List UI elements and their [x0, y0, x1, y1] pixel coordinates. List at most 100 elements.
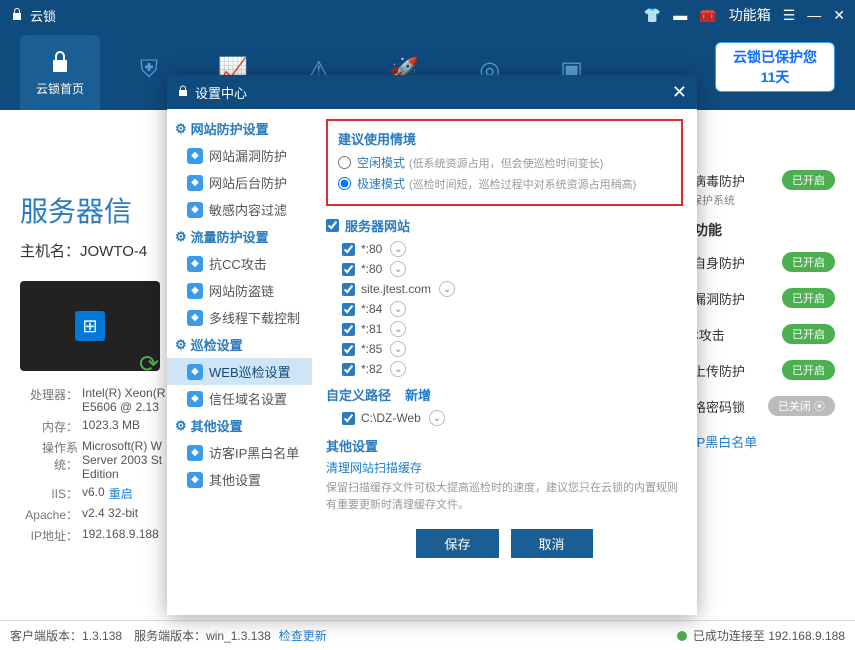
chevron-down-icon[interactable]: ⌄: [390, 241, 406, 257]
sidebar-group-other: ⚙其他设置: [167, 412, 312, 439]
server-version: win_1.3.138: [206, 629, 271, 643]
cube-icon: ◆: [187, 175, 203, 191]
virus-protect-badge[interactable]: 已开启: [782, 170, 835, 190]
mem-value: 1023.3 MB: [82, 418, 140, 435]
sidebar-item[interactable]: ◆ 网站后台防护: [167, 169, 312, 196]
minimize-icon[interactable]: —: [807, 7, 821, 23]
feature-badge[interactable]: 已关闭 ⦿: [768, 396, 835, 416]
nav-home-tab[interactable]: 云锁首页: [20, 35, 100, 110]
chevron-down-icon[interactable]: ⌄: [390, 301, 406, 317]
path-checkbox[interactable]: [342, 412, 355, 425]
toolbox-label[interactable]: 功能箱: [729, 5, 771, 25]
feature-badge[interactable]: 已开启: [782, 288, 835, 308]
fast-mode-radio[interactable]: [338, 177, 351, 190]
settings-sidebar: ⚙网站防护设置 ◆网站漏洞防护◆网站后台防护◆敏感内容过滤 ⚙流量防护设置 ◆抗…: [167, 109, 312, 615]
protection-badge: 云锁已保护您 11天: [715, 42, 835, 92]
sidebar-item[interactable]: ◆网站防盗链: [167, 277, 312, 304]
shirt-icon[interactable]: 👕: [644, 7, 661, 24]
gear-icon: ⚙: [175, 418, 187, 434]
right-panel: 马病毒防护已开启 建保护系统 用功能 锁自身防护已开启站漏洞防护已开启CC攻击已…: [680, 170, 835, 467]
ip-label: IP地址：: [20, 527, 78, 544]
chevron-down-icon[interactable]: ⌄: [390, 321, 406, 337]
nav-shield-icon[interactable]: ⛨: [140, 56, 158, 85]
site-checkbox[interactable]: [342, 343, 355, 356]
chevron-down-icon[interactable]: ⌄: [390, 261, 406, 277]
iis-value: v6.0: [82, 485, 105, 502]
cube-icon: ◆: [187, 148, 203, 164]
settings-modal: 设置中心 ✕ ⚙网站防护设置 ◆网站漏洞防护◆网站后台防护◆敏感内容过滤 ⚙流量…: [167, 75, 697, 615]
virus-protect-sub: 建保护系统: [680, 192, 835, 208]
iis-restart-link[interactable]: 重启: [109, 485, 133, 502]
protection-line2: 11天: [761, 67, 790, 87]
site-checkbox[interactable]: [342, 303, 355, 316]
cache-description: 保留扫描缓存文件可极大提高巡检时的速度，建议您只在云锁的内置规则有重要更新时清理…: [326, 480, 683, 513]
lock-icon: [10, 7, 24, 24]
modal-close-button[interactable]: ✕: [672, 82, 687, 103]
server-version-label: 服务端版本：: [134, 627, 206, 644]
site-checkbox[interactable]: [342, 323, 355, 336]
site-checkbox[interactable]: [342, 363, 355, 376]
check-update-link[interactable]: 检查更新: [279, 627, 327, 644]
app-title: 云锁: [30, 6, 56, 25]
chevron-down-icon[interactable]: ⌄: [390, 341, 406, 357]
cube-icon: ◆: [187, 283, 203, 299]
server-image: ⊞ ⟳: [20, 281, 160, 371]
clear-cache-link[interactable]: 清理网站扫描缓存: [326, 459, 422, 476]
sidebar-item-label: 网站漏洞防护: [209, 146, 287, 165]
apache-label: Apache：: [20, 506, 78, 523]
site-label: *:85: [361, 342, 382, 356]
server-sites-checkbox[interactable]: [326, 219, 339, 232]
site-checkbox[interactable]: [342, 243, 355, 256]
toolbox-icon[interactable]: 🧰: [699, 7, 716, 24]
nav-home-label: 云锁首页: [36, 80, 84, 97]
feature-badge[interactable]: 已开启: [782, 252, 835, 272]
path-label: C:\DZ-Web: [361, 411, 421, 425]
site-checkbox[interactable]: [342, 283, 355, 296]
sidebar-item-label: 网站后台防护: [209, 173, 287, 192]
site-label: *:80: [361, 242, 382, 256]
sidebar-item[interactable]: ◆敏感内容过滤: [167, 196, 312, 223]
server-sites-title: 服务器网站: [345, 216, 410, 235]
site-checkbox[interactable]: [342, 263, 355, 276]
lock-small-icon: [177, 85, 189, 100]
sidebar-item[interactable]: ◆访客IP黑白名单: [167, 439, 312, 466]
modal-title: 设置中心: [195, 83, 247, 102]
windows-icon: ⊞: [75, 311, 105, 341]
sidebar-item[interactable]: ◆ 网站漏洞防护: [167, 142, 312, 169]
status-bar: 客户端版本： 1.3.138 服务端版本： win_1.3.138 检查更新 已…: [0, 620, 855, 650]
modal-header: 设置中心 ✕: [167, 75, 697, 109]
client-version-label: 客户端版本：: [10, 627, 82, 644]
chevron-down-icon[interactable]: ⌄: [429, 410, 445, 426]
save-button[interactable]: 保存: [416, 529, 498, 558]
gear-icon: ⚙: [175, 121, 187, 137]
cancel-button[interactable]: 取消: [511, 529, 593, 558]
feature-badge[interactable]: 已开启: [782, 324, 835, 344]
mem-label: 内存：: [20, 418, 78, 435]
refresh-icon[interactable]: ⟳: [139, 350, 165, 376]
menu-icon[interactable]: ☰: [783, 7, 796, 24]
close-icon[interactable]: ✕: [833, 7, 845, 24]
sidebar-item[interactable]: ◆信任域名设置: [167, 385, 312, 412]
cpu-value: Intel(R) Xeon(R E5606 @ 2.13: [82, 386, 165, 414]
add-path-link[interactable]: 新增: [405, 385, 431, 404]
gear-icon: ⚙: [175, 229, 187, 245]
chat-icon[interactable]: ▬: [673, 7, 687, 23]
sidebar-group-patrol: ⚙巡检设置: [167, 331, 312, 358]
sidebar-item[interactable]: ◆抗CC攻击: [167, 250, 312, 277]
sidebar-item[interactable]: ◆ 多线程下载控制: [167, 304, 312, 331]
cube-icon: ◆: [187, 310, 203, 326]
lock-large-icon: [46, 48, 74, 76]
chevron-down-icon[interactable]: ⌄: [390, 361, 406, 377]
cpu-label: 处理器：: [20, 386, 78, 414]
os-value: Microsoft(R) W Server 2003 St Edition: [82, 439, 162, 481]
idle-mode-radio[interactable]: [338, 156, 351, 169]
chevron-down-icon[interactable]: ⌄: [439, 281, 455, 297]
sidebar-item[interactable]: ◆其他设置: [167, 466, 312, 493]
sidebar-item-label: 信任域名设置: [209, 389, 287, 408]
cube-icon: ◆: [187, 256, 203, 272]
feature-badge[interactable]: 已开启: [782, 360, 835, 380]
sidebar-item[interactable]: ◆WEB巡检设置: [167, 358, 312, 385]
idle-mode-label: 空闲模式: [357, 154, 405, 171]
cube-icon: ◆: [187, 364, 203, 380]
sidebar-item-label: 多线程下载控制: [209, 308, 300, 327]
